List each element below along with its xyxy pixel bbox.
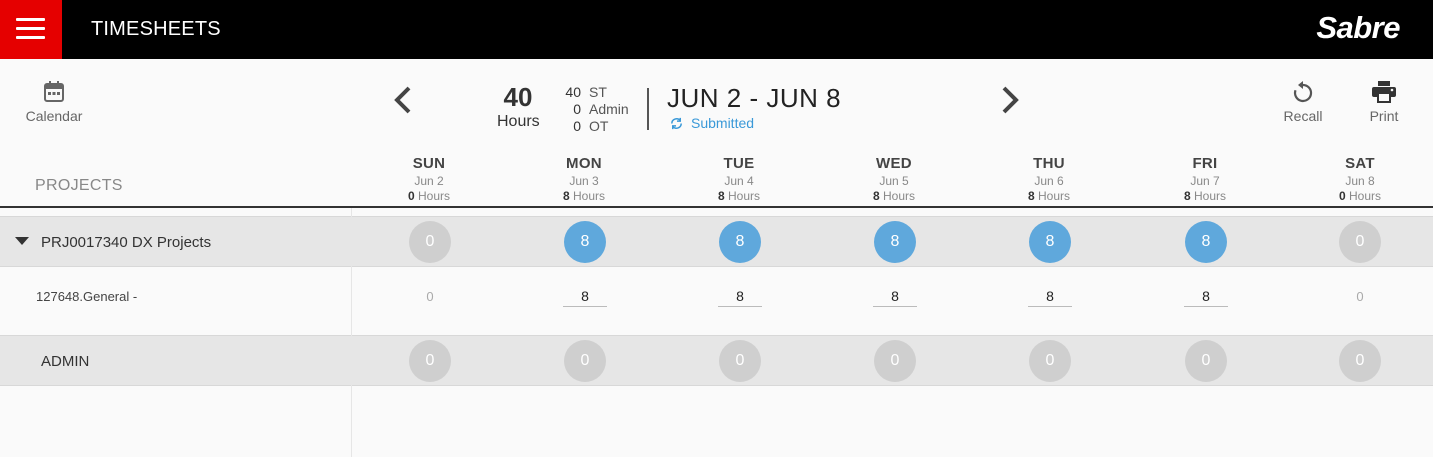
top-bar: TIMESHEETS Sabre bbox=[0, 0, 1433, 59]
printer-icon bbox=[1372, 81, 1396, 103]
app-title: TIMESHEETS bbox=[91, 18, 221, 40]
total-hours-label: Hours bbox=[497, 113, 540, 130]
admin-row-label: ADMIN bbox=[41, 353, 90, 370]
calendar-button[interactable]: Calendar bbox=[22, 80, 86, 124]
calendar-label: Calendar bbox=[25, 108, 83, 124]
recall-button[interactable]: Recall bbox=[1278, 80, 1328, 124]
admin-day-total: 0 bbox=[564, 340, 606, 382]
collapse-caret-icon[interactable] bbox=[15, 237, 29, 245]
day-header-fri: FRI Jun 7 8 Hours bbox=[1183, 155, 1227, 203]
print-label: Print bbox=[1369, 108, 1399, 124]
project-row-label: PRJ0017340 DX Projects bbox=[41, 234, 212, 251]
task-hours-input[interactable] bbox=[563, 285, 607, 307]
project-day-total: 8 bbox=[874, 221, 916, 263]
header-divider bbox=[0, 206, 1433, 208]
day-header-sat: SAT Jun 8 0 Hours bbox=[1338, 155, 1382, 203]
task-row-label: 127648.General - bbox=[36, 289, 138, 304]
admin-day-total: 0 bbox=[719, 340, 761, 382]
summary-divider bbox=[647, 88, 649, 130]
status-text: Submitted bbox=[691, 115, 755, 131]
total-hours-value: 40 bbox=[503, 82, 533, 112]
day-header-mon: MON Jun 3 8 Hours bbox=[562, 155, 606, 203]
admin-hours-value: 0 bbox=[573, 101, 581, 117]
day-header-wed: WED Jun 5 8 Hours bbox=[872, 155, 916, 203]
st-hours-value: 40 bbox=[565, 84, 581, 100]
recall-label: Recall bbox=[1283, 108, 1323, 124]
admin-day-total: 0 bbox=[1339, 340, 1381, 382]
task-hours-cell: 0 bbox=[1356, 289, 1364, 304]
sync-icon bbox=[671, 117, 682, 130]
task-hours-input[interactable] bbox=[718, 285, 762, 307]
projects-column-header: PROJECTS bbox=[35, 177, 123, 194]
task-hours-input[interactable] bbox=[1028, 285, 1072, 307]
task-hours-input[interactable] bbox=[873, 285, 917, 307]
calendar-icon bbox=[44, 81, 64, 102]
print-button[interactable]: Print bbox=[1362, 80, 1406, 124]
admin-day-total: 0 bbox=[874, 340, 916, 382]
admin-day-total: 0 bbox=[1029, 340, 1071, 382]
task-hours-cell: 0 bbox=[426, 289, 434, 304]
day-header-tue: TUE Jun 4 8 Hours bbox=[717, 155, 761, 203]
week-range: JUN 2 - JUN 8 bbox=[667, 83, 842, 113]
next-week-button[interactable] bbox=[998, 84, 1022, 116]
hamburger-icon bbox=[16, 18, 45, 21]
task-hours-input[interactable] bbox=[1184, 285, 1228, 307]
admin-hours-label: Admin bbox=[589, 101, 629, 117]
project-day-total: 8 bbox=[719, 221, 761, 263]
chevron-left-icon bbox=[394, 86, 411, 114]
day-header-sun: SUN Jun 2 0 Hours bbox=[407, 155, 451, 203]
brand-logo: Sabre bbox=[1316, 10, 1400, 45]
project-column-divider bbox=[351, 208, 352, 457]
st-hours-label: ST bbox=[589, 84, 607, 100]
project-day-total: 0 bbox=[409, 221, 451, 263]
day-header-thu: THU Jun 6 8 Hours bbox=[1027, 155, 1071, 203]
project-day-total: 0 bbox=[1339, 221, 1381, 263]
project-day-total: 8 bbox=[1029, 221, 1071, 263]
project-day-total: 8 bbox=[564, 221, 606, 263]
ot-hours-label: OT bbox=[589, 118, 609, 134]
admin-day-total: 0 bbox=[409, 340, 451, 382]
menu-button[interactable] bbox=[0, 0, 62, 59]
admin-day-total: 0 bbox=[1185, 340, 1227, 382]
project-day-total: 8 bbox=[1185, 221, 1227, 263]
previous-week-button[interactable] bbox=[391, 84, 415, 116]
ot-hours-value: 0 bbox=[573, 118, 581, 134]
chevron-right-icon bbox=[1002, 86, 1019, 114]
undo-icon bbox=[1293, 81, 1313, 103]
